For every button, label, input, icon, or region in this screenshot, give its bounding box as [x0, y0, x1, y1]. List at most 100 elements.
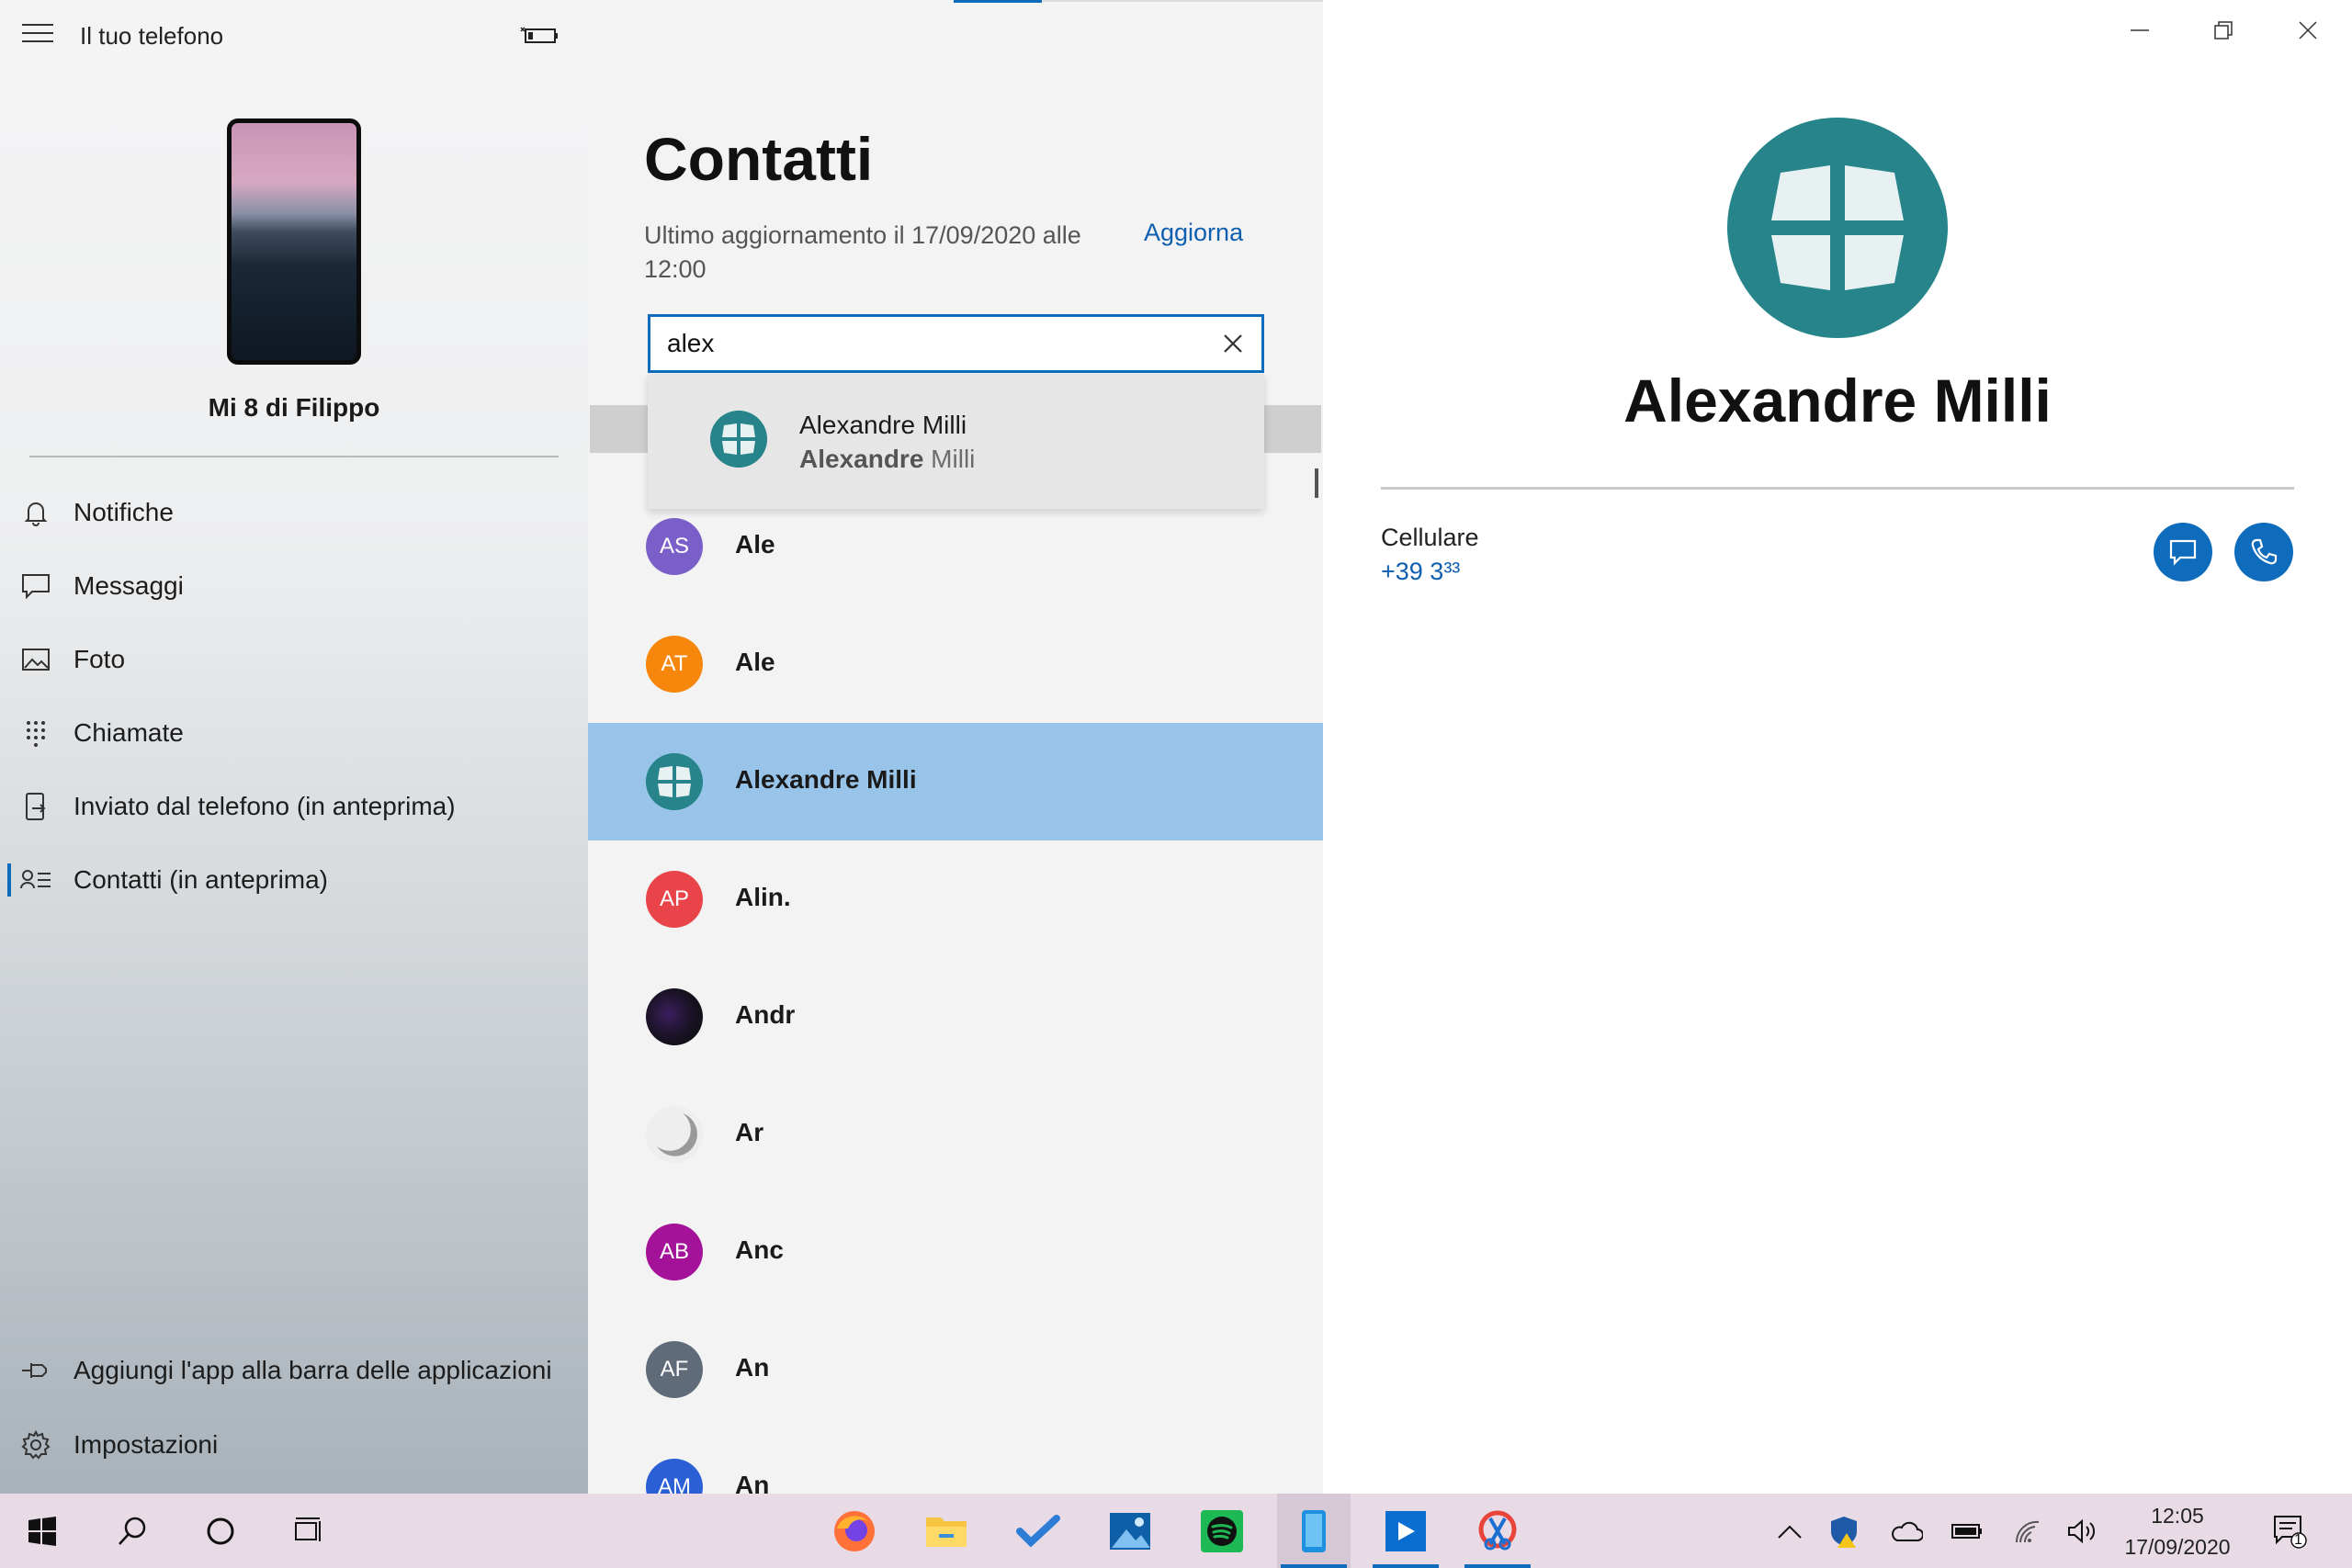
contact-row[interactable]: Andr: [588, 958, 1323, 1076]
start-button[interactable]: [6, 1494, 79, 1568]
task-view-icon: [295, 1517, 321, 1541]
action-center-button[interactable]: 1: [2253, 1494, 2326, 1568]
taskbar-app-unknown[interactable]: [1369, 1494, 1442, 1568]
restore-button[interactable]: [2205, 15, 2242, 46]
avatar: AT: [646, 636, 703, 693]
taskbar-app-file-explorer[interactable]: [910, 1494, 983, 1568]
app-icon: [1385, 1510, 1426, 1551]
send-message-button[interactable]: [2154, 523, 2212, 581]
taskbar-app-firefox[interactable]: [818, 1494, 891, 1568]
photos-icon: [1110, 1512, 1150, 1550]
avatar: [646, 753, 703, 810]
tray-volume[interactable]: [2051, 1494, 2115, 1568]
windows-logo-icon: [28, 1516, 56, 1546]
your-phone-icon: [1302, 1509, 1326, 1552]
file-explorer-icon: [926, 1517, 967, 1547]
task-view-button[interactable]: [272, 1494, 345, 1568]
sidebar-item-foto[interactable]: Foto: [0, 632, 588, 687]
message-icon: [2169, 539, 2197, 566]
search-suggestion[interactable]: Alexandre Milli Alexandre Milli: [648, 374, 1264, 509]
contact-row-selected[interactable]: Alexandre Milli: [588, 723, 1323, 840]
clock-date: 17/09/2020: [2124, 1535, 2231, 1559]
phone-number[interactable]: +39 3³³: [1381, 558, 1460, 586]
tray-onedrive[interactable]: [1874, 1494, 1939, 1568]
pin-to-taskbar-item[interactable]: Aggiungi l'app alla barra delle applicaz…: [0, 1343, 588, 1398]
taskbar-app-spotify[interactable]: [1185, 1494, 1259, 1568]
refresh-link[interactable]: Aggiorna: [1144, 219, 1243, 247]
cortana-icon: [207, 1517, 234, 1544]
sidebar-item-chiamate[interactable]: Chiamate: [0, 705, 588, 761]
pin-icon: [20, 1355, 51, 1386]
avatar: AM: [646, 1459, 703, 1494]
taskbar-clock[interactable]: 12:05 17/09/2020: [2113, 1500, 2242, 1562]
contact-row[interactable]: AM An: [588, 1428, 1323, 1494]
hamburger-menu-icon[interactable]: [22, 24, 53, 48]
avatar: AB: [646, 1224, 703, 1280]
sidebar-item-contatti[interactable]: Contatti (in anteprima): [0, 852, 588, 908]
message-icon: [20, 570, 51, 602]
volume-icon: [2068, 1518, 2096, 1543]
contact-row[interactable]: AF An: [588, 1311, 1323, 1428]
shield-warning-icon: [1831, 1516, 1857, 1548]
contacts-icon: [20, 864, 51, 896]
sidebar-item-label: Contatti (in anteprima): [74, 865, 329, 894]
phone-send-icon: [20, 791, 51, 822]
cortana-button[interactable]: [184, 1494, 257, 1568]
gear-icon: [20, 1429, 51, 1461]
call-button[interactable]: [2234, 523, 2293, 581]
taskbar-app-your-phone[interactable]: [1277, 1494, 1351, 1568]
contact-row[interactable]: AT Ale: [588, 605, 1323, 723]
minimize-button[interactable]: [2121, 15, 2158, 46]
taskbar-app-todo[interactable]: [1001, 1494, 1075, 1568]
suggestion-name: Alexandre Milli: [799, 411, 967, 439]
sidebar-item-notifiche[interactable]: Notifiche: [0, 485, 588, 540]
app-title: Il tuo telefono: [80, 22, 224, 50]
cloud-icon: [1892, 1521, 1923, 1541]
tab-indicator: [954, 0, 1042, 3]
device-name: Mi 8 di Filippo: [208, 393, 380, 422]
firefox-icon: [834, 1510, 875, 1551]
wifi-icon: [2015, 1520, 2040, 1542]
tray-defender[interactable]: [1812, 1494, 1876, 1568]
sidebar-item-label: Aggiungi l'app alla barra delle applicaz…: [74, 1356, 552, 1384]
snip-icon: [1478, 1510, 1517, 1550]
minimize-icon: [2131, 29, 2149, 31]
avatar: AF: [646, 1341, 703, 1398]
page-title: Contatti: [644, 125, 874, 193]
sidebar-item-messaggi[interactable]: Messaggi: [0, 558, 588, 614]
tray-battery[interactable]: [1935, 1494, 1999, 1568]
scrollbar[interactable]: [1315, 468, 1318, 498]
contact-name: Andr: [735, 1000, 796, 1029]
clear-search-icon[interactable]: [1219, 330, 1247, 357]
battery-icon: [520, 27, 558, 43]
sidebar-item-label: Foto: [74, 645, 126, 673]
contact-row[interactable]: AP Alin.: [588, 840, 1323, 958]
search-box[interactable]: [648, 314, 1264, 373]
contact-row[interactable]: AB Anc: [588, 1193, 1323, 1311]
sidebar-item-label: Inviato dal telefono (in anteprima): [74, 792, 456, 820]
search-button[interactable]: [96, 1494, 169, 1568]
avatar: [646, 988, 703, 1045]
avatar: AS: [646, 518, 703, 575]
taskbar-app-snip[interactable]: [1461, 1494, 1534, 1568]
sidebar-item-label: Chiamate: [74, 718, 184, 747]
close-button[interactable]: [2290, 15, 2326, 46]
spotify-icon: [1201, 1509, 1243, 1552]
close-icon: [2299, 21, 2317, 39]
todo-icon: [1016, 1514, 1060, 1548]
contact-name: Anc: [735, 1235, 784, 1264]
settings-item[interactable]: Impostazioni: [0, 1417, 588, 1472]
suggestion-subtitle: Alexandre Milli: [799, 445, 976, 473]
search-input[interactable]: [667, 328, 1182, 359]
sidebar-divider: [29, 456, 559, 457]
restore-icon: [2214, 21, 2233, 39]
avatar: AP: [646, 871, 703, 928]
phone-image: [227, 118, 361, 365]
phone-call-icon: [2251, 538, 2278, 565]
taskbar-app-photos[interactable]: [1093, 1494, 1167, 1568]
contact-row[interactable]: Ar: [588, 1076, 1323, 1193]
battery-icon: [1951, 1523, 1982, 1539]
sidebar-item-label: Impostazioni: [74, 1430, 219, 1459]
sidebar-divider: [29, 1316, 559, 1318]
sidebar-item-inviato-dal-telefono[interactable]: Inviato dal telefono (in anteprima): [0, 779, 588, 834]
